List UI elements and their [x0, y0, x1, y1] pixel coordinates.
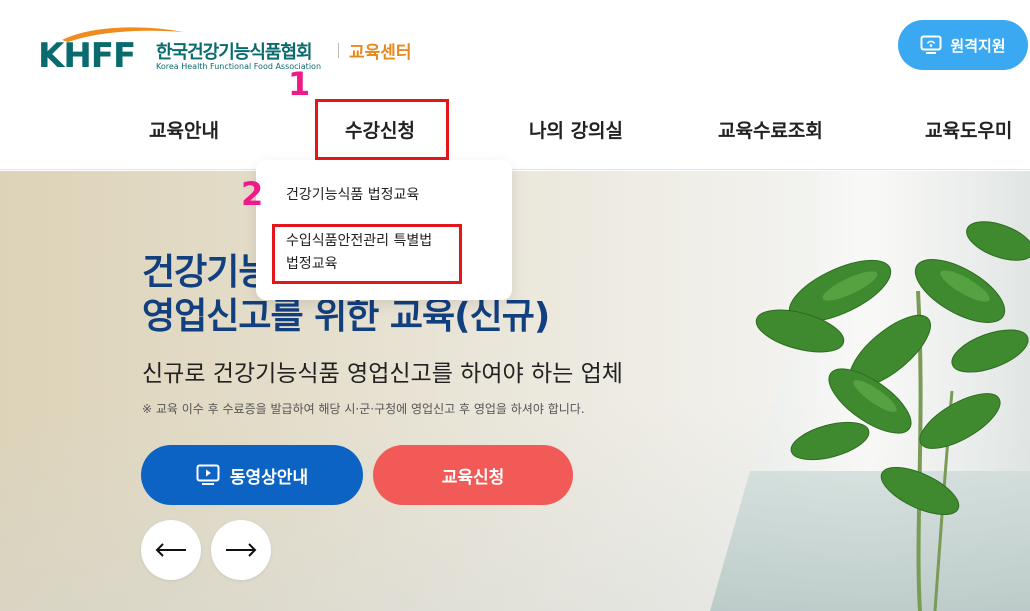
video-guide-button[interactable]: 동영상안내	[141, 445, 363, 505]
next-slide-button[interactable]	[211, 520, 271, 580]
annotation-box-step2	[272, 224, 462, 284]
nav-item-education-info[interactable]: 교육안내	[149, 116, 219, 143]
site-logo[interactable]: KHFF 한국건강기능식품협회 교육센터 Korea Health Functi…	[38, 24, 438, 76]
annotation-box-step1	[315, 99, 449, 160]
annotation-number-2: 2	[241, 175, 264, 213]
logo-center-name: 교육센터	[349, 43, 412, 63]
logo-divider	[338, 43, 339, 58]
apply-education-button[interactable]: 교육신청	[373, 445, 573, 505]
nav-item-my-classroom[interactable]: 나의 강의실	[529, 116, 623, 143]
nav-item-education-helper[interactable]: 교육도우미	[925, 116, 1012, 143]
apply-education-label: 교육신청	[441, 467, 505, 488]
dropdown-item-health-food-education[interactable]: 건강기능식품 법정교육	[286, 184, 419, 207]
hero-note: ※ 교육 이수 후 수료증을 발급하여 해당 시·군·구청에 영업신고 후 영업…	[142, 402, 585, 416]
video-play-icon	[196, 464, 220, 485]
logo-org-name: 한국건강기능식품협회	[156, 42, 313, 63]
video-guide-label: 동영상안내	[229, 467, 309, 488]
arrow-right-icon	[226, 543, 257, 557]
annotation-number-1: 1	[288, 65, 311, 103]
prev-slide-button[interactable]	[141, 520, 201, 580]
dropdown-item-label: 건강기능식품 법정교육	[286, 187, 420, 203]
arrow-left-icon	[155, 543, 186, 557]
logo-mark: KHFF	[38, 36, 136, 76]
hero-subtitle: 신규로 건강기능식품 영업신고를 하여야 하는 업체	[142, 361, 623, 387]
site-header: KHFF 한국건강기능식품협회 교육센터 Korea Health Functi…	[0, 0, 1030, 170]
remote-support-icon	[920, 35, 942, 54]
hero-banner: 건강기능 영업신고를 위한 교육(신규) 신규로 건강기능식품 영업신고를 하여…	[0, 171, 1030, 611]
plant-flask-image	[710, 171, 1030, 611]
remote-support-button[interactable]: 원격지원	[898, 20, 1028, 70]
nav-item-completion-lookup[interactable]: 교육수료조회	[718, 116, 823, 143]
remote-support-label: 원격지원	[950, 36, 1006, 55]
